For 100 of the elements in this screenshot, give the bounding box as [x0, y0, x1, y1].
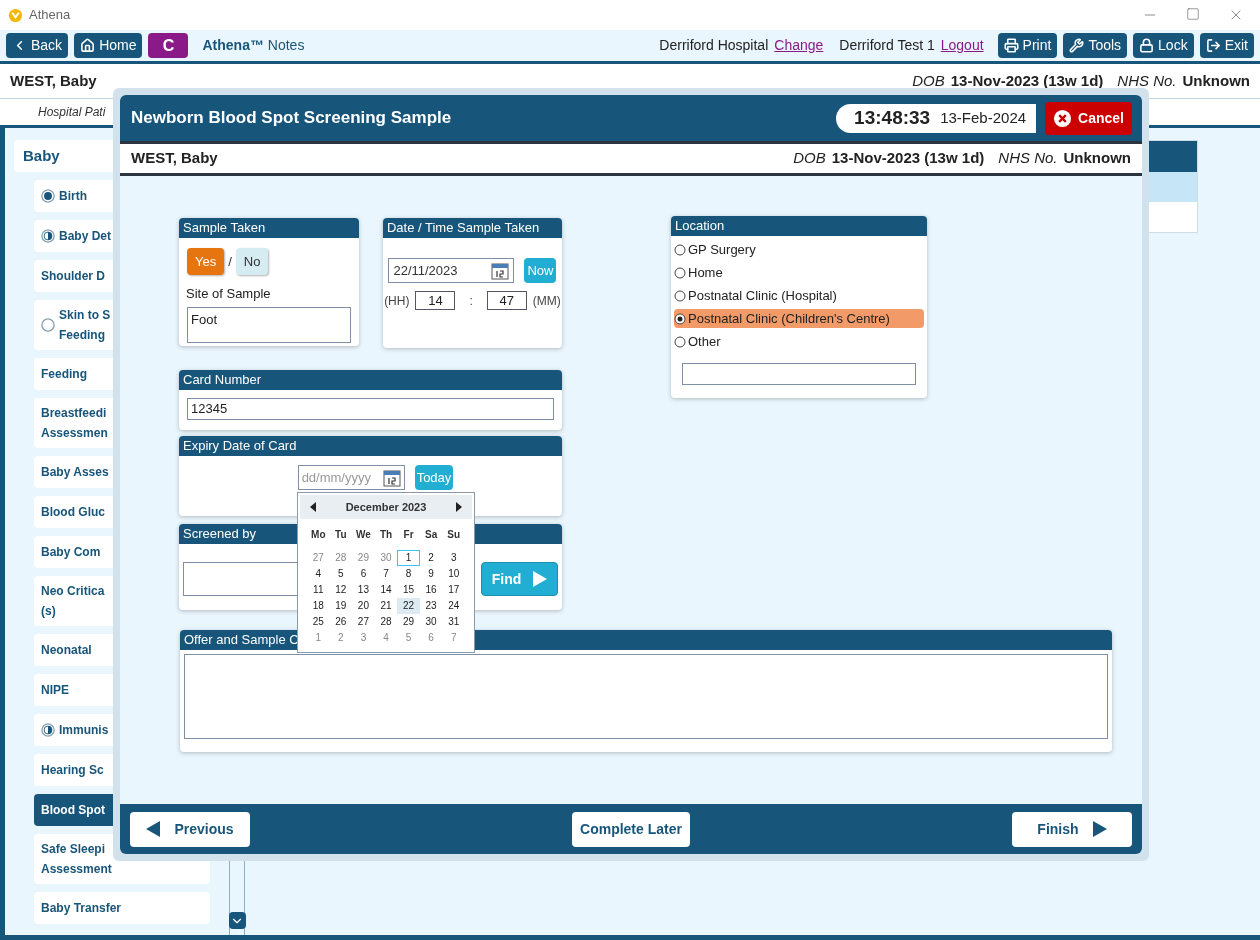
- complete-later-button[interactable]: Complete Later: [572, 811, 690, 847]
- calendar-day[interactable]: 20: [352, 598, 375, 614]
- calendar-day[interactable]: 6: [352, 566, 375, 582]
- location-option[interactable]: Home: [674, 263, 924, 282]
- logout-link[interactable]: Logout: [940, 35, 984, 56]
- calendar-day[interactable]: 13: [352, 582, 375, 598]
- radio-icon: [674, 335, 686, 348]
- calendar-day[interactable]: 5: [329, 566, 353, 582]
- weekday-label: Mo: [310, 528, 327, 542]
- window-title: Athena: [29, 6, 71, 25]
- patient-name: WEST, Baby: [10, 70, 97, 91]
- app-badge[interactable]: C: [148, 33, 189, 58]
- date-input[interactable]: 22/11/2023: [388, 258, 515, 283]
- calendar-day[interactable]: 23: [419, 598, 443, 614]
- toolbar-button[interactable]: Lock: [1133, 33, 1194, 58]
- other-location-input[interactable]: [682, 363, 916, 385]
- calendar-day[interactable]: 12: [329, 582, 353, 598]
- change-link[interactable]: Change: [774, 35, 824, 56]
- calendar-day[interactable]: 4: [307, 566, 330, 582]
- option-separator: /: [228, 252, 232, 271]
- calendar-day[interactable]: 28: [329, 550, 353, 566]
- calendar-day[interactable]: 7: [442, 630, 465, 646]
- radio-icon: [674, 312, 686, 325]
- home-icon: [80, 38, 96, 53]
- scroll-down-button[interactable]: [228, 912, 246, 929]
- hospital-name: Derriford Hospital: [659, 36, 769, 55]
- radio-icon: [674, 289, 686, 302]
- calendar-day[interactable]: 31: [442, 614, 465, 630]
- dob-label: DOB: [793, 148, 826, 169]
- nhs-label: NHS No.: [998, 148, 1058, 169]
- calendar-day[interactable]: 1: [307, 630, 330, 646]
- previous-month-icon[interactable]: [310, 502, 316, 512]
- clock-date: 13-Feb-2024: [940, 107, 1027, 128]
- calendar-day[interactable]: 18: [307, 598, 330, 614]
- finish-button[interactable]: Finish: [1012, 811, 1132, 847]
- calendar-day[interactable]: 27: [352, 614, 375, 630]
- calendar-day[interactable]: 24: [442, 598, 465, 614]
- weekday-label: Sa: [424, 528, 439, 542]
- radio-icon: [674, 266, 686, 279]
- calendar-day[interactable]: 28: [374, 614, 398, 630]
- card-title: Expiry Date of Card: [179, 436, 562, 456]
- calendar-day[interactable]: 1: [397, 550, 420, 566]
- calendar-day[interactable]: 29: [352, 550, 375, 566]
- calendar-day[interactable]: 8: [397, 566, 420, 582]
- calendar-day[interactable]: 17: [442, 582, 465, 598]
- cancel-button[interactable]: Cancel: [1045, 101, 1132, 135]
- calendar-day[interactable]: 14: [374, 582, 398, 598]
- printer-icon: [1003, 38, 1019, 53]
- calendar-day[interactable]: 11: [307, 582, 330, 598]
- calendar-day[interactable]: 4: [374, 630, 398, 646]
- field-label: Site of Sample: [185, 285, 272, 303]
- dialog-title: Newborn Blood Spot Screening Sample: [131, 107, 452, 130]
- calendar-day[interactable]: 10: [442, 566, 465, 582]
- calendar-day[interactable]: 9: [419, 566, 443, 582]
- calendar-day[interactable]: 29: [397, 614, 420, 630]
- calendar-day[interactable]: 3: [442, 550, 465, 566]
- location-option[interactable]: GP Surgery: [674, 240, 924, 259]
- toolbar-button[interactable]: Home: [74, 33, 143, 58]
- offer-notes-input[interactable]: [184, 654, 1108, 739]
- toolbar-button[interactable]: Exit: [1199, 33, 1254, 58]
- location-option[interactable]: Postnatal Clinic (Children's Centre): [674, 309, 924, 328]
- clock-time: 13:48:33: [854, 105, 931, 130]
- calendar-day[interactable]: 2: [329, 630, 353, 646]
- calendar-day[interactable]: 27: [307, 550, 330, 566]
- location-option[interactable]: Other: [674, 332, 924, 351]
- right-arrow-icon: [1092, 821, 1107, 837]
- calendar-day[interactable]: 30: [374, 550, 398, 566]
- dob-value: 13-Nov-2023 (13w 1d): [831, 148, 985, 169]
- next-month-icon[interactable]: [456, 502, 462, 512]
- calendar-day[interactable]: 30: [419, 614, 443, 630]
- maximize-icon[interactable]: [1186, 7, 1200, 21]
- location-option[interactable]: Postnatal Clinic (Hospital): [674, 286, 924, 305]
- calendar-day[interactable]: 26: [329, 614, 353, 630]
- calendar-day[interactable]: 21: [374, 598, 398, 614]
- wrench-icon: [1069, 38, 1085, 53]
- calendar-icon: [382, 468, 401, 487]
- toggle-option[interactable]: No: [235, 248, 269, 275]
- calendar-day[interactable]: 25: [307, 614, 330, 630]
- card-title: Sample Taken: [179, 218, 359, 238]
- calendar-day[interactable]: 16: [419, 582, 443, 598]
- calendar-day[interactable]: 22: [397, 598, 420, 614]
- toolbar-button[interactable]: Tools: [1063, 33, 1128, 58]
- hour-input[interactable]: 14: [415, 291, 456, 310]
- site-input[interactable]: Foot: [187, 306, 351, 343]
- calendar-day[interactable]: 2: [419, 550, 443, 566]
- calendar-day[interactable]: 15: [397, 582, 420, 598]
- minute-input[interactable]: 47: [486, 291, 527, 310]
- time-separator: :: [469, 292, 473, 310]
- calendar-day[interactable]: 3: [352, 630, 375, 646]
- calendar-day[interactable]: 5: [397, 630, 420, 646]
- card-number-input[interactable]: 12345: [187, 398, 554, 420]
- sidebar-item[interactable]: Baby Transfer: [34, 892, 210, 924]
- minute-label: (MM): [532, 292, 561, 310]
- calendar-day[interactable]: 7: [374, 566, 398, 582]
- calendar-day[interactable]: 19: [329, 598, 353, 614]
- toolbar-button[interactable]: Back: [6, 33, 69, 58]
- previous-button[interactable]: Previous: [130, 811, 250, 847]
- toolbar-button[interactable]: Print: [997, 33, 1058, 58]
- card-title: Card Number: [179, 370, 562, 390]
- calendar-day[interactable]: 6: [419, 630, 443, 646]
